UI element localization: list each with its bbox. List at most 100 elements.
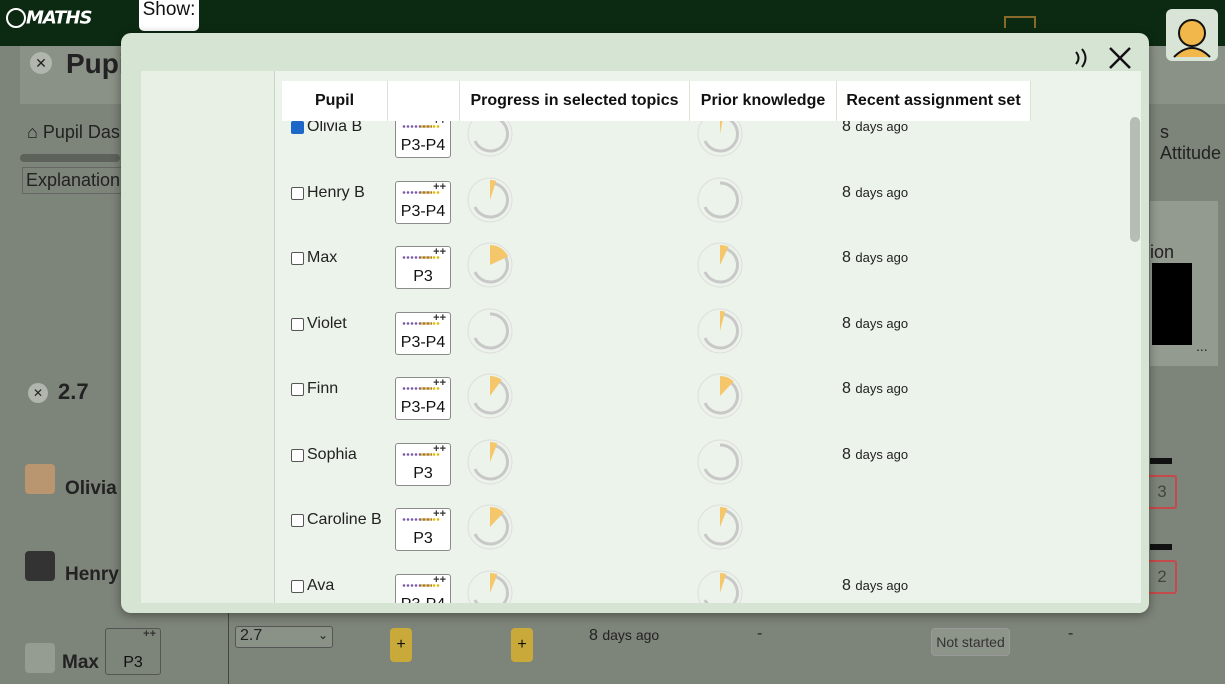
table-row: Henry B ++ P3-P4 8 days ago (281, 177, 1141, 247)
progress-ring[interactable] (467, 177, 513, 223)
attitude-tab[interactable]: s Attitude (1160, 122, 1225, 164)
prior-knowledge-ring[interactable] (697, 373, 743, 419)
user-avatar-button[interactable] (1166, 9, 1218, 61)
student-name-max[interactable]: Max (62, 652, 99, 674)
progress-ring[interactable] (467, 570, 513, 603)
explanation-button[interactable]: Explanation (22, 167, 125, 194)
pupil-name[interactable]: Sophia (307, 446, 357, 464)
select-checkbox[interactable] (291, 448, 304, 462)
level-badge[interactable]: ++ P3 (395, 442, 451, 486)
select-checkbox[interactable] (291, 252, 304, 265)
show-button[interactable]: Show: (139, 0, 199, 31)
status-badge: Not started (931, 628, 1010, 656)
days-number: 8 (842, 183, 851, 201)
level-badge[interactable]: ++P3-P4 (395, 377, 451, 420)
plus-marker: ++ (433, 508, 446, 520)
student-name-olivia[interactable]: Olivia (65, 478, 117, 500)
select-checkbox[interactable] (291, 186, 304, 200)
header-progress[interactable]: Progress in selected topics (460, 81, 690, 121)
level-badge[interactable]: ++ P3 (395, 508, 451, 551)
table-row: Caroline B ++ P3 (281, 504, 1141, 574)
progress-ring[interactable] (467, 242, 513, 288)
add-button[interactable]: + (511, 628, 533, 662)
table-row: Max ++ P3 8 days ago (281, 242, 1141, 312)
recent-assignment: 8 days ago (842, 249, 908, 267)
close-group-icon[interactable]: ✕ (28, 383, 48, 403)
count-badge[interactable]: 3 (1147, 475, 1177, 509)
days-label: days ago (855, 315, 909, 331)
prior-knowledge-ring[interactable] (697, 177, 743, 223)
more-icon[interactable]: ... (1196, 338, 1208, 354)
level-label: P3 (413, 464, 433, 482)
level-label: P3 (123, 654, 143, 671)
chart-icon[interactable] (25, 643, 55, 673)
level-badge[interactable]: ++ P3-P4 (395, 180, 451, 224)
side-thumbnail (1152, 263, 1192, 345)
prior-knowledge-ring[interactable] (697, 504, 743, 550)
select-checkbox[interactable] (291, 317, 304, 331)
prior-knowledge-ring[interactable] (697, 308, 743, 354)
level-select[interactable]: 2.7 ⌄ (235, 626, 333, 648)
bottom-student-row: Max ++ P3 (0, 613, 1225, 684)
scrollbar[interactable] (1130, 117, 1140, 242)
level-badge[interactable]: ++P3-P4 (395, 115, 451, 158)
student-name-henry[interactable]: Henry (65, 564, 119, 586)
pupil-name[interactable]: Max (307, 249, 337, 267)
table-row: Olivia B ++ P3-P4 8 days ago (281, 111, 1141, 181)
chevron-down-icon: ⌄ (317, 628, 328, 642)
select-checkbox[interactable] (291, 514, 304, 527)
plus-marker: ++ (433, 311, 446, 324)
modal-content: Olivia B ++ P3-P4 8 days ago Henry B ++ P3-P4 8… (141, 71, 1141, 603)
select-checkbox[interactable] (291, 383, 304, 396)
level-label: P3-P4 (400, 202, 446, 220)
level-badge[interactable]: ++ P3 (395, 246, 451, 289)
progress-ring[interactable] (467, 439, 513, 485)
plus-marker: ++ (433, 246, 446, 258)
pupil-name[interactable]: Finn (307, 380, 338, 398)
days-number: 8 (842, 576, 851, 594)
progress-ring[interactable] (467, 373, 513, 419)
pupil-name[interactable]: Caroline B (307, 511, 382, 529)
prior-knowledge-ring[interactable] (697, 570, 743, 603)
level-label: P3-P4 (400, 399, 446, 416)
level-label: P3-P4 (400, 333, 446, 351)
group-value: 2.7 (58, 379, 89, 404)
add-button[interactable]: + (390, 628, 412, 662)
select-checkbox[interactable] (291, 121, 304, 134)
progress-ring[interactable] (467, 308, 513, 354)
pupil-dashboard-tab[interactable]: ⌂ Pupil Das (27, 122, 120, 143)
table-row: Finn ++ P3-P4 8 days ago (281, 373, 1141, 443)
prior-knowledge-ring[interactable] (697, 439, 743, 485)
days-number: 8 (589, 627, 598, 644)
days-number: 8 (842, 314, 851, 332)
pupil-progress-modal: Olivia B ++ P3-P4 8 days ago Henry B ++ P3-P4 8… (121, 33, 1149, 613)
tab-indicator (20, 154, 120, 162)
level-badge[interactable]: ++ P3 (105, 628, 161, 675)
level-badge[interactable]: ++P3-P4 (395, 573, 451, 604)
header-prior-knowledge[interactable]: Prior knowledge (690, 81, 837, 121)
days-label: days ago (855, 577, 909, 593)
select-checkbox[interactable] (291, 579, 304, 593)
progress-ring[interactable] (467, 504, 513, 550)
recent-assignment: 8 days ago (842, 380, 908, 398)
days-label: days ago (855, 119, 909, 134)
pupil-name[interactable]: Violet (307, 315, 347, 333)
pupil-name[interactable]: Ava (307, 577, 334, 595)
level-label: P3-P4 (396, 596, 450, 604)
header-recent-assignment[interactable]: Recent assignment set (837, 81, 1031, 121)
pupil-name[interactable]: Henry B (307, 184, 365, 202)
avatar (25, 464, 55, 494)
plus-marker: ++ (433, 180, 446, 193)
header-pupil[interactable]: Pupil (282, 81, 388, 121)
fullscreen-icon[interactable] (1004, 16, 1036, 28)
prior-knowledge-ring[interactable] (697, 242, 743, 288)
column-divider (228, 613, 229, 684)
level-badge[interactable]: ++ P3-P4 (395, 311, 451, 355)
count-badge[interactable]: 2 (1147, 560, 1177, 594)
days-label: days ago (855, 446, 909, 462)
days-label: days ago (602, 627, 660, 643)
app-logo[interactable]: MATHS (6, 5, 92, 30)
close-page-icon[interactable]: ✕ (30, 52, 52, 74)
plus-marker: ++ (433, 442, 446, 455)
recent-assignment: 8 days ago (842, 184, 908, 202)
